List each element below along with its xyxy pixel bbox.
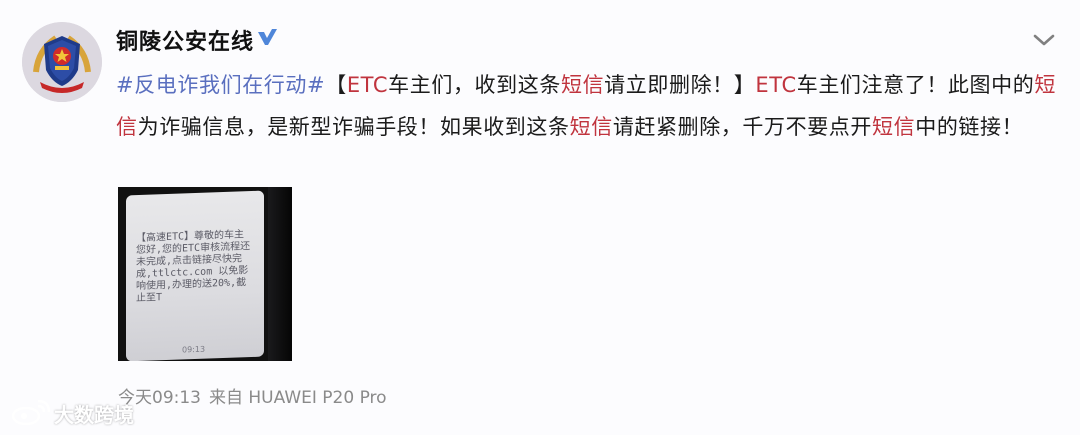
- post-text-segment: 请立即删除！】: [604, 73, 756, 97]
- post-text-segment: 【: [325, 73, 347, 97]
- keyword-highlight: ETC: [755, 73, 797, 97]
- post-text-segment: 为诈骗信息，是新型诈骗手段！如果收到这条: [137, 115, 570, 139]
- post-text-segment: 中的链接！: [915, 115, 1024, 139]
- watermark: 大数跨境: [10, 398, 134, 428]
- weibo-post-card: 铜陵公安在线 #反电诈我们在行动#【ETC车主们，收到这条短信请立即删除！】ET…: [0, 0, 1080, 435]
- username[interactable]: 铜陵公安在线: [116, 24, 254, 56]
- post-source: 来自 HUAWEI P20 Pro: [209, 388, 387, 408]
- keyword-highlight: 短信: [569, 115, 613, 139]
- phone-edge: [268, 187, 292, 361]
- sms-text: 【高速ETC】尊敬的车主您好,您的ETC审核流程还未完成,点击链接尽快完成,tt…: [136, 229, 251, 305]
- post-meta: 今天09:13 来自 HUAWEI P20 Pro: [118, 383, 395, 408]
- weibo-logo-icon: [11, 400, 50, 426]
- avatar[interactable]: [22, 22, 102, 102]
- post-text: #反电诈我们在行动#【ETC车主们，收到这条短信请立即删除！】ETC车主们注意了…: [116, 64, 1056, 148]
- post-text-segment: 车主们，收到这条: [388, 73, 561, 97]
- keyword-highlight: ETC: [346, 73, 389, 97]
- phone-screen: 【高速ETC】尊敬的车主您好,您的ETC审核流程还未完成,点击链接尽快完成,tt…: [126, 190, 264, 361]
- post-text-segment: 车主们注意了！此图中的: [796, 73, 1035, 97]
- watermark-text: 大数跨境: [54, 402, 134, 427]
- post-image[interactable]: 【高速ETC】尊敬的车主您好,您的ETC审核流程还未完成,点击链接尽快完成,tt…: [118, 187, 292, 361]
- post-text-segment: 请赶紧删除，千万不要点开: [612, 115, 873, 139]
- verified-badge-icon: [258, 29, 277, 45]
- topic-link[interactable]: #反电诈我们在行动#: [116, 73, 325, 97]
- chevron-down-icon[interactable]: [1031, 30, 1057, 50]
- keyword-highlight: 短信: [560, 73, 605, 97]
- police-emblem-icon: [22, 22, 102, 102]
- keyword-highlight: 短信: [872, 115, 916, 139]
- sms-time: 09:13: [182, 344, 206, 355]
